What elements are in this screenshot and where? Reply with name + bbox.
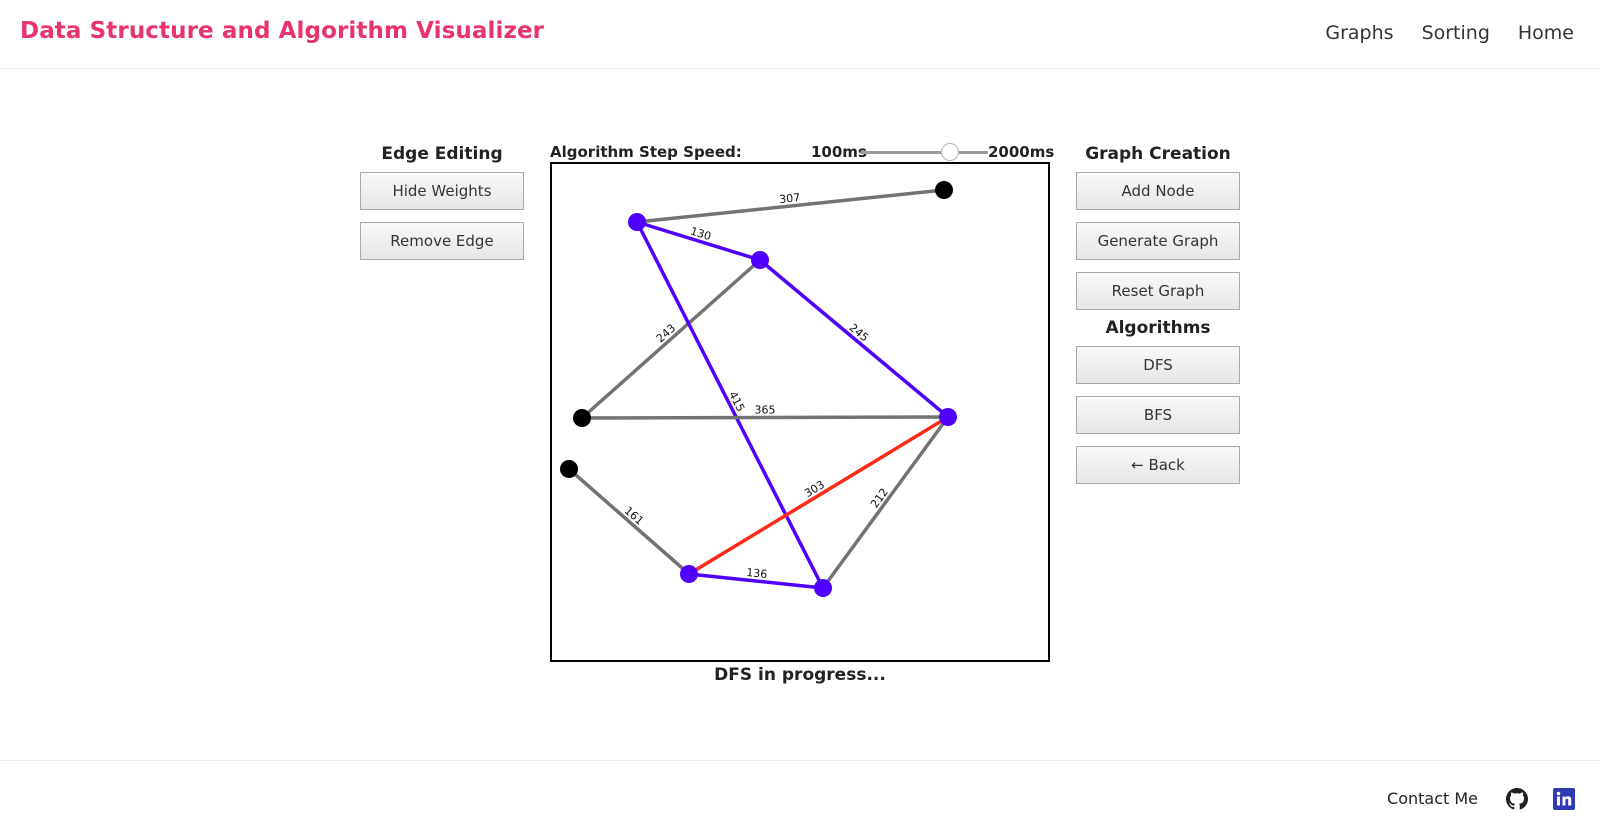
reset-graph-button[interactable]: Reset Graph xyxy=(1076,272,1240,310)
speed-slider-thumb[interactable] xyxy=(940,143,959,161)
add-node-button[interactable]: Add Node xyxy=(1076,172,1240,210)
graph-svg[interactable]: 307130243 245415 365303 212161136 xyxy=(552,164,1048,660)
linkedin-icon[interactable] xyxy=(1553,788,1575,810)
graph-node-n5[interactable] xyxy=(939,408,957,426)
top-navbar: Data Structure and Algorithm Visualizer … xyxy=(0,0,1600,69)
brand-title[interactable]: Data Structure and Algorithm Visualizer xyxy=(20,18,544,44)
speed-label: Algorithm Step Speed: xyxy=(550,143,742,161)
remove-edge-button[interactable]: Remove Edge xyxy=(360,222,524,260)
edge-weight-label: 365 xyxy=(754,403,775,416)
generate-graph-button[interactable]: Generate Graph xyxy=(1076,222,1240,260)
graph-edge-n3-n5[interactable] xyxy=(758,258,950,419)
contact-me-link[interactable]: Contact Me xyxy=(1387,789,1478,808)
edge-editing-title: Edge Editing xyxy=(381,144,503,164)
algorithms-title: Algorithms xyxy=(1105,318,1211,338)
edge-weight-label: 212 xyxy=(868,486,891,511)
nav-links: Graphs Sorting Home xyxy=(1325,22,1574,44)
edge-weight-label: 307 xyxy=(779,191,801,206)
graph-edge-n4-n5[interactable] xyxy=(581,415,949,420)
edge-weight-label: 245 xyxy=(847,321,871,344)
github-icon[interactable] xyxy=(1506,788,1528,810)
edge-weight-label: 243 xyxy=(654,322,678,346)
nav-home[interactable]: Home xyxy=(1518,22,1574,44)
nav-graphs[interactable]: Graphs xyxy=(1325,22,1393,44)
nav-sorting[interactable]: Sorting xyxy=(1422,22,1490,44)
graph-canvas[interactable]: 307 130 243 245 415 365 303 212 161 136 xyxy=(550,162,1050,662)
algorithm-status: DFS in progress... xyxy=(714,665,886,685)
graph-node-n3[interactable] xyxy=(751,251,769,269)
dfs-button[interactable]: DFS xyxy=(1076,346,1240,384)
back-button[interactable]: ← Back xyxy=(1076,446,1240,484)
graph-edge-n5-n7[interactable] xyxy=(688,415,949,576)
hide-weights-button[interactable]: Hide Weights xyxy=(360,172,524,210)
graph-creation-title: Graph Creation xyxy=(1085,144,1231,164)
bfs-button[interactable]: BFS xyxy=(1076,396,1240,434)
graph-node-n4[interactable] xyxy=(573,409,591,427)
footer: Contact Me xyxy=(0,760,1600,819)
graph-node-n1[interactable] xyxy=(935,181,953,199)
graph-node-n2[interactable] xyxy=(628,213,646,231)
graph-edge-n5-n8[interactable] xyxy=(821,415,950,590)
graph-node-n6[interactable] xyxy=(560,460,578,478)
graph-node-n7[interactable] xyxy=(680,565,698,583)
graph-node-n8[interactable] xyxy=(814,579,832,597)
graph-edge-n2-n8[interactable] xyxy=(635,221,825,589)
edge-weight-label: 161 xyxy=(622,504,646,528)
speed-slider-track[interactable] xyxy=(860,151,988,154)
speed-max-label: 2000ms xyxy=(988,143,1055,161)
graph-edge-n6-n7[interactable] xyxy=(567,467,691,576)
speed-min-label: 100ms xyxy=(811,143,867,161)
edge-weight-label: 136 xyxy=(746,566,768,581)
